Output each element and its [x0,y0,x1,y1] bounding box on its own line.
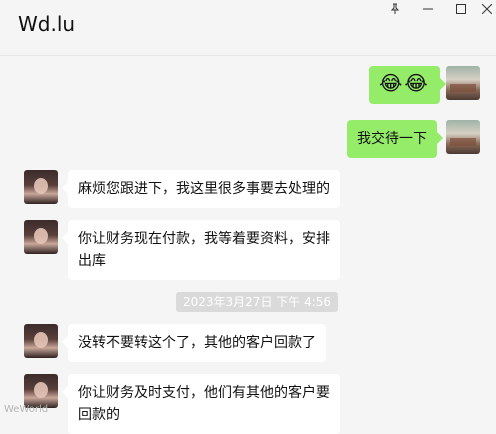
watermark: WeWorld [4,404,49,415]
avatar[interactable] [446,120,480,154]
message-bubble-in: 你让财务及时支付，他们有其他的客户要 回款的 [62,374,340,434]
avatar[interactable] [446,66,480,100]
message-line: 你让财务现在付款，我等着要资料，安排 [78,231,330,247]
avatar[interactable] [24,324,58,358]
message-bubble-out: 我交待一下 [347,120,443,158]
chat-title: Wd.lu [18,12,76,36]
message-bubble-out: 😂😂 [369,66,446,104]
message-line: 你让财务及时支付，他们有其他的客户要 [78,385,330,401]
timestamp: 2023年3月27日 下午 4:56 [176,292,339,312]
chat-area: 😂😂 我交待一下 麻烦您跟进下，我这里很多事要去处理的 你让财务现在付款，我等着… [0,56,496,434]
avatar[interactable] [24,374,58,408]
pin-icon[interactable] [380,0,410,18]
message-bubble-in: 你让财务现在付款，我等着要资料，安排 出库 [62,220,340,280]
message-line: 回款的 [78,407,120,423]
close-icon[interactable] [472,0,496,18]
message-bubble-in: 没转不要转这个了，其他的客户回款了 [62,324,326,362]
avatar[interactable] [24,220,58,254]
title-bar: Wd.lu [0,0,496,56]
avatar[interactable] [24,170,58,204]
minimize-icon[interactable] [413,0,443,18]
message-bubble-in: 麻烦您跟进下，我这里很多事要去处理的 [62,170,340,208]
message-line: 出库 [78,253,106,269]
